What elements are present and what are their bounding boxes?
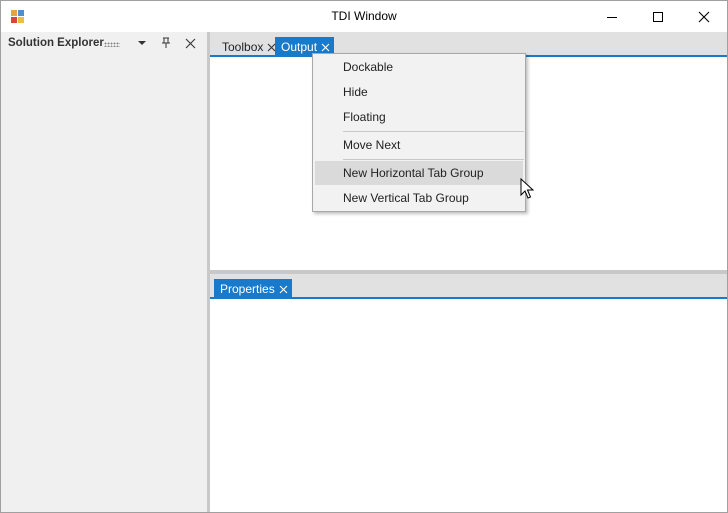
menu-separator xyxy=(343,131,524,132)
menu-item-dockable[interactable]: Dockable xyxy=(315,55,523,79)
maximize-button[interactable] xyxy=(635,1,681,32)
menu-item-move-next[interactable]: Move Next xyxy=(315,133,523,157)
dropdown-arrow-icon[interactable] xyxy=(135,36,149,50)
title-bar[interactable]: TDI Window xyxy=(1,1,727,32)
menu-item-hide[interactable]: Hide xyxy=(315,80,523,104)
tab-context-menu: Dockable Hide Floating Move Next New Hor… xyxy=(312,53,526,212)
pin-icon[interactable] xyxy=(159,36,173,50)
bottom-tab-strip: Properties xyxy=(210,274,727,299)
close-button[interactable] xyxy=(681,1,727,32)
tab-properties[interactable]: Properties xyxy=(214,279,292,299)
menu-item-floating[interactable]: Floating xyxy=(315,105,523,129)
menu-item-new-horizontal-tab-group[interactable]: New Horizontal Tab Group xyxy=(315,161,523,185)
minimize-button[interactable] xyxy=(589,1,635,32)
solution-explorer-header[interactable]: Solution Explorer xyxy=(1,32,207,54)
tab-label: Properties xyxy=(220,282,275,296)
mouse-cursor-icon xyxy=(520,178,534,199)
minimize-icon xyxy=(607,16,617,18)
tab-toolbox[interactable]: Toolbox xyxy=(216,37,280,57)
drag-grip[interactable] xyxy=(104,42,120,47)
menu-item-new-vertical-tab-group[interactable]: New Vertical Tab Group xyxy=(315,186,523,210)
bottom-tab-group: Properties xyxy=(210,274,727,512)
close-icon[interactable] xyxy=(321,43,330,52)
close-icon[interactable] xyxy=(183,36,197,50)
tab-label: Toolbox xyxy=(222,40,264,54)
tdi-window: TDI Window Solution Explorer Toolbox Out… xyxy=(0,0,728,513)
tab-label: Output xyxy=(281,40,318,54)
menu-separator xyxy=(343,159,524,160)
close-icon xyxy=(698,11,710,22)
solution-explorer-panel: Solution Explorer xyxy=(1,32,207,512)
maximize-icon xyxy=(653,11,663,22)
solution-explorer-title: Solution Explorer xyxy=(8,37,104,49)
close-icon[interactable] xyxy=(279,285,288,294)
